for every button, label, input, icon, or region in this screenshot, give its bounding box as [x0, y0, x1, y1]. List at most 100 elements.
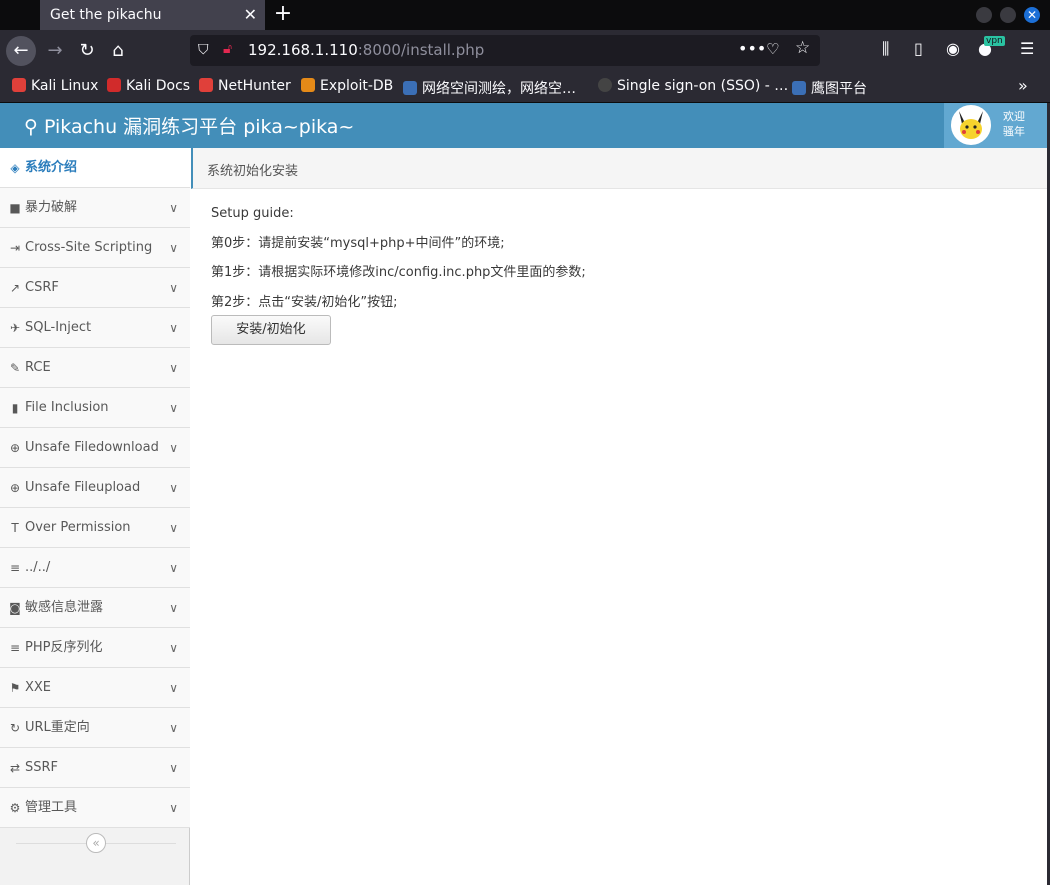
- forward-button[interactable]: →: [40, 36, 70, 66]
- chevron-down-icon: ∨: [169, 641, 178, 655]
- library-icon[interactable]: ⫼: [882, 39, 889, 59]
- camera-icon: ◙: [9, 601, 21, 615]
- sidebar-item-sql-inject[interactable]: ✈ SQL-Inject ∨: [0, 308, 190, 348]
- more-actions-icon[interactable]: •••: [738, 39, 766, 58]
- bookmark-exploit-db[interactable]: Exploit-DB: [301, 78, 393, 94]
- refresh-icon: ↻: [9, 721, 21, 735]
- upload-icon: ⊕: [9, 481, 21, 495]
- breadcrumb: 系统初始化安装: [207, 164, 299, 179]
- guide-title: Setup guide:: [211, 206, 294, 221]
- bookmarks-overflow-icon[interactable]: »: [1018, 76, 1028, 95]
- bookmark-cyberspace-mapping[interactable]: 网络空间测绘，网络空…: [403, 78, 576, 98]
- sidebar-item-url-redirect[interactable]: ↻ URL重定向 ∨: [0, 708, 190, 748]
- web-page: ⚲ Pikachu 漏洞练习平台 pika~pika~ 欢迎 骚年 ◈ 系统介绍…: [0, 103, 1047, 885]
- chevron-down-icon: ∨: [169, 361, 178, 375]
- welcome-text: 欢迎 骚年: [1003, 110, 1025, 138]
- nav-toolbar: ← → ↻ ⌂ ⛉ 🔓︎ 192.168.1.110:8000/install.…: [0, 30, 1050, 71]
- plane-icon: ✈: [9, 321, 21, 335]
- back-button[interactable]: ←: [6, 36, 36, 66]
- home-button[interactable]: ⌂: [103, 36, 133, 66]
- sidebar-item-over-permission[interactable]: T Over Permission ∨: [0, 508, 190, 548]
- url-bar[interactable]: ⛉ 🔓︎ 192.168.1.110:8000/install.php ••• …: [190, 35, 820, 66]
- tab-close-icon[interactable]: ✕: [244, 0, 257, 30]
- exploit-db-icon: [301, 78, 315, 92]
- align-left-icon: ≡: [9, 561, 21, 575]
- sidebar-item-brute-force[interactable]: ■ 暴力破解 ∨: [0, 188, 190, 228]
- file-icon: ▮: [11, 401, 19, 415]
- setup-guide: Setup guide: 第0步：请提前安装“mysql+php+中间件”的环境…: [211, 199, 586, 317]
- reload-button[interactable]: ↻: [72, 36, 102, 66]
- sidebar-item-file-inclusion[interactable]: ▮ File Inclusion ∨: [0, 388, 190, 428]
- sidebar-collapse-icon[interactable]: «: [86, 833, 106, 853]
- sidebar-item-xxe[interactable]: ⚑ XXE ∨: [0, 668, 190, 708]
- user-menu[interactable]: 欢迎 骚年: [944, 103, 1047, 148]
- chevron-down-icon: ∨: [169, 601, 178, 615]
- key-icon: ⚲: [24, 116, 38, 138]
- account-icon[interactable]: ◉: [946, 39, 960, 58]
- lock-icon: ■: [9, 201, 21, 215]
- chevron-down-icon: ∨: [169, 481, 178, 495]
- nethunter-icon: [199, 78, 213, 92]
- site-brand[interactable]: ⚲ Pikachu 漏洞练习平台 pika~pika~: [24, 112, 354, 139]
- align-left-icon: ≡: [9, 641, 21, 655]
- menu-icon[interactable]: ☰: [1020, 39, 1034, 58]
- vpn-badge: vpn: [984, 36, 1005, 46]
- new-tab-button[interactable]: +: [272, 0, 294, 30]
- pocket-icon[interactable]: ♡: [766, 40, 779, 58]
- sidebar-item-dir-traversal[interactable]: ≡ ../../∨: [0, 548, 190, 588]
- exchange-icon: ⇄: [9, 761, 21, 775]
- cog-icon: ⚙: [9, 801, 21, 815]
- eagle-icon: [792, 81, 806, 95]
- tab-strip: Get the pikachu ✕ + ✕: [0, 0, 1050, 30]
- chevron-down-icon: ∨: [169, 401, 178, 415]
- chevron-down-icon: ∨: [169, 321, 178, 335]
- tags-icon: ◈: [10, 161, 20, 175]
- bookmark-eagle-platform[interactable]: 鹰图平台: [792, 78, 867, 98]
- sidebar-item-xss[interactable]: ⇥ Cross-Site Scripting ∨: [0, 228, 190, 268]
- pikachu-avatar-icon: [959, 111, 983, 139]
- avatar: [951, 105, 991, 145]
- share-icon: ↗: [9, 281, 21, 295]
- chevron-down-icon: ∨: [169, 281, 178, 295]
- maximize-button[interactable]: [1000, 7, 1016, 23]
- step-0: 第0步：请提前安装“mysql+php+中间件”的环境;: [211, 235, 505, 251]
- sidebar-item-admin-tools[interactable]: ⚙ 管理工具 ∨: [0, 788, 190, 828]
- tab-active[interactable]: Get the pikachu ✕: [40, 0, 265, 30]
- insecure-lock-icon[interactable]: 🔓︎: [223, 41, 232, 57]
- pencil-icon: ✎: [9, 361, 21, 375]
- sidebar-item-csrf[interactable]: ↗ CSRF ∨: [0, 268, 190, 308]
- chevron-down-icon: ∨: [169, 761, 178, 775]
- chevron-down-icon: ∨: [169, 241, 178, 255]
- sidebar-item-system-intro[interactable]: ◈ 系统介绍: [0, 148, 190, 188]
- minimize-button[interactable]: [976, 7, 992, 23]
- header-bar: ⚲ Pikachu 漏洞练习平台 pika~pika~ 欢迎 骚年: [0, 103, 1047, 148]
- fofa-icon: [403, 81, 417, 95]
- sidebar-item-unsafe-fileupload[interactable]: ⊕ Unsafe Fileupload ∨: [0, 468, 190, 508]
- shield-icon[interactable]: ⛉: [198, 42, 209, 58]
- sidebar-toggle-icon[interactable]: ▯: [914, 39, 923, 58]
- chevron-down-icon: ∨: [169, 721, 178, 735]
- chevron-down-icon: ∨: [169, 561, 178, 575]
- sidebar-item-info-leak[interactable]: ◙ 敏感信息泄露 ∨: [0, 588, 190, 628]
- bookmark-nethunter[interactable]: NetHunter: [199, 78, 291, 94]
- sidebar-item-php-unserialize[interactable]: ≡ PHP反序列化 ∨: [0, 628, 190, 668]
- text-height-icon: T: [11, 521, 19, 535]
- sidebar-item-ssrf[interactable]: ⇄ SSRF ∨: [0, 748, 190, 788]
- bookmark-sso[interactable]: Single sign-on (SSO) - …: [598, 78, 788, 94]
- chevron-down-icon: ∨: [169, 801, 178, 815]
- bookmarks-toolbar: Kali Linux Kali Docs NetHunter Exploit-D…: [0, 71, 1050, 103]
- bookmark-star-icon[interactable]: ☆: [795, 38, 810, 58]
- bookmark-kali-docs[interactable]: Kali Docs: [107, 78, 190, 94]
- install-button[interactable]: 安装/初始化: [211, 315, 331, 345]
- window-close-button[interactable]: ✕: [1024, 7, 1040, 23]
- sidebar: ◈ 系统介绍 ■ 暴力破解 ∨ ⇥ Cross-Site Scripting ∨ ↗ CSR…: [0, 148, 190, 885]
- chevron-down-icon: ∨: [169, 441, 178, 455]
- url-text[interactable]: 192.168.1.110:8000/install.php: [248, 41, 484, 59]
- step-1: 第1步：请根据实际环境修改inc/config.inc.php文件里面的参数;: [211, 265, 586, 280]
- bookmark-kali-linux[interactable]: Kali Linux: [12, 78, 98, 94]
- chevron-down-icon: ∨: [169, 201, 178, 215]
- sidebar-item-rce[interactable]: ✎ RCE ∨: [0, 348, 190, 388]
- sso-icon: [598, 78, 612, 92]
- sidebar-item-unsafe-filedownload[interactable]: ⊕ Unsafe Filedownload ∨: [0, 428, 190, 468]
- indent-icon: ⇥: [9, 241, 21, 255]
